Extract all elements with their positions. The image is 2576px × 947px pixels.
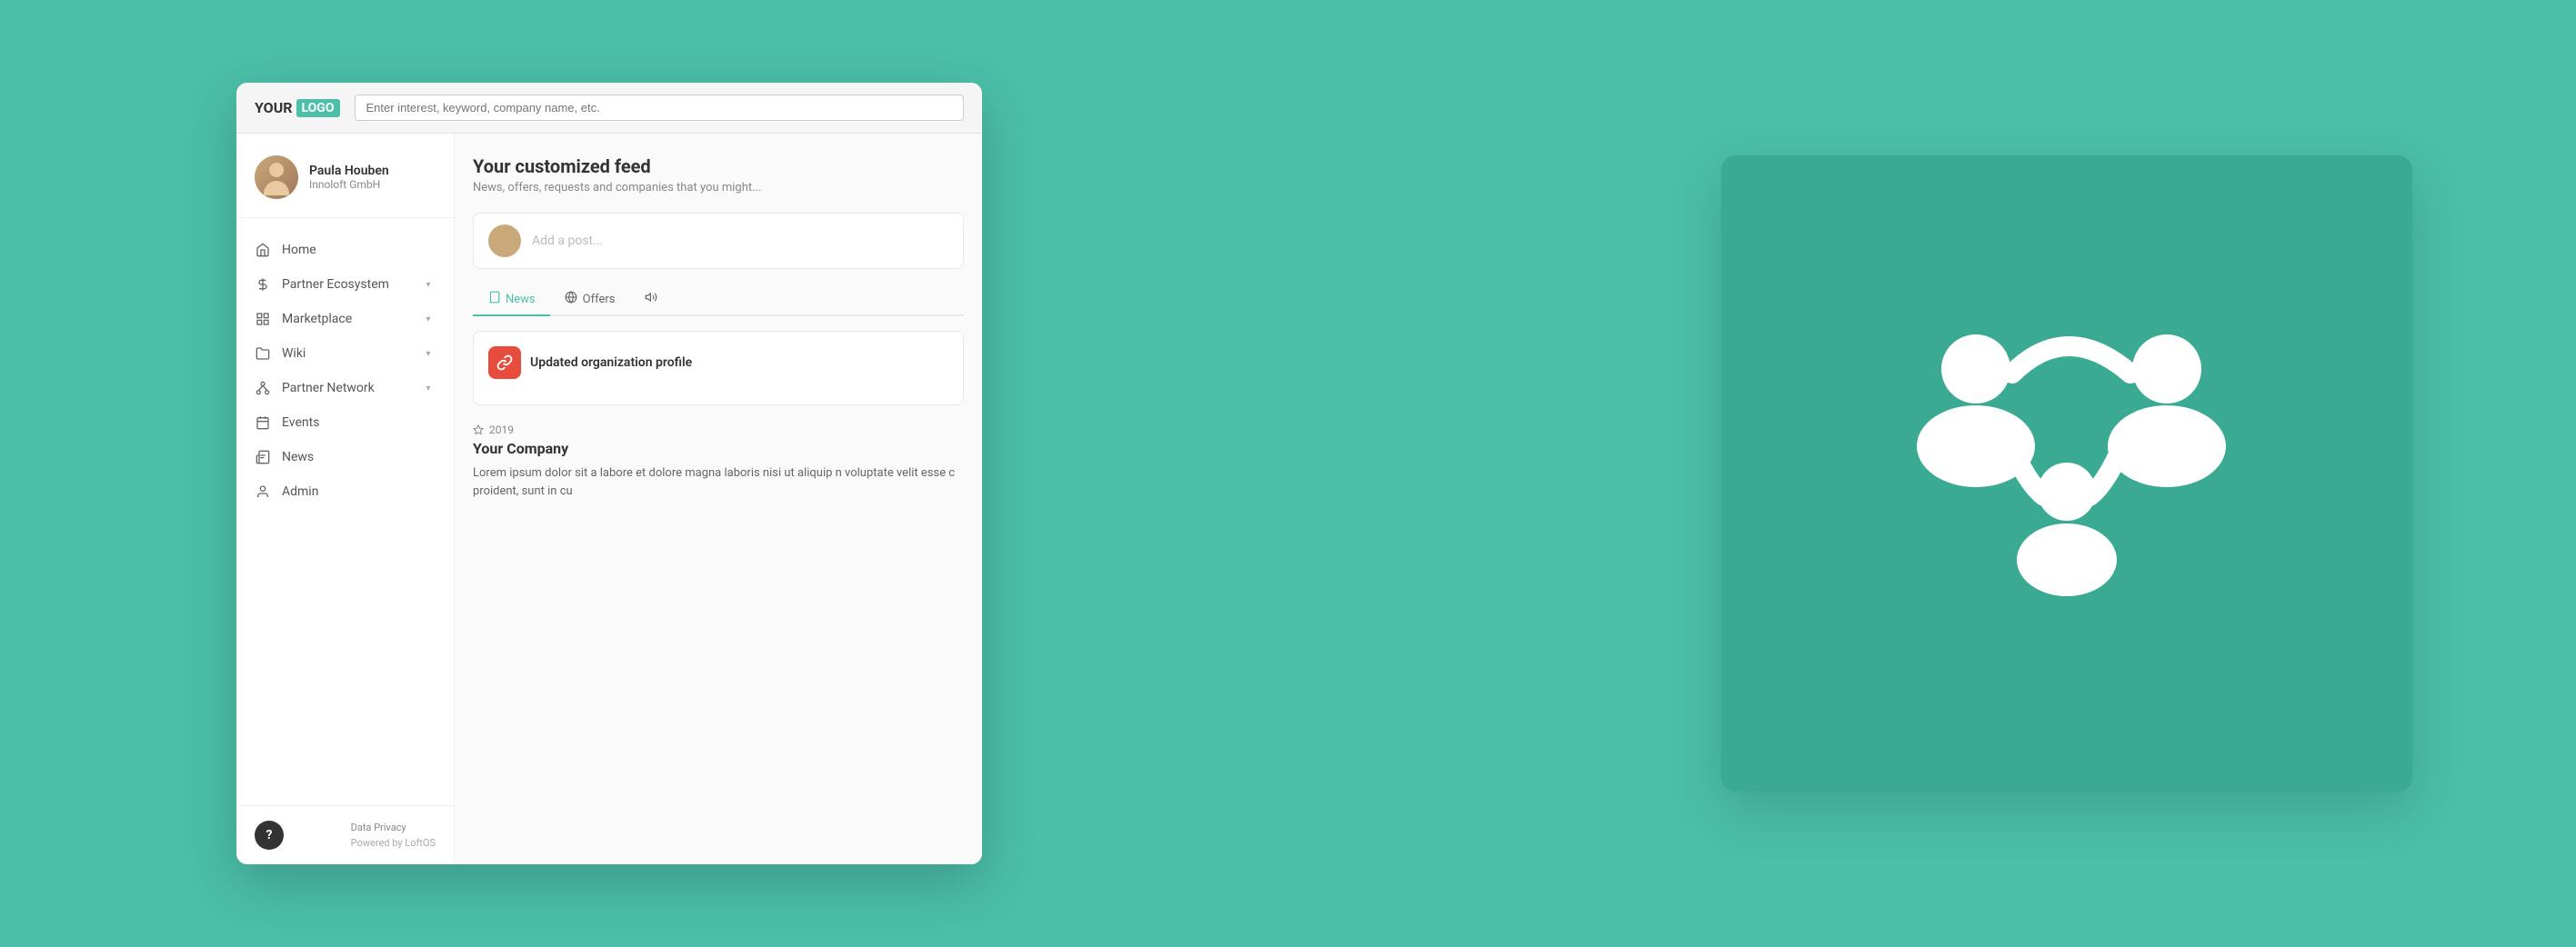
wiki-icon xyxy=(255,345,271,362)
admin-icon xyxy=(255,483,271,500)
sidebar-item-admin[interactable]: Admin xyxy=(236,474,454,509)
sidebar-footer: ? Data Privacy Powered by LoftOS xyxy=(236,805,454,864)
post-input-area: Add a post... xyxy=(473,213,964,269)
chevron-down-icon-4: ▾ xyxy=(421,381,436,395)
help-button[interactable]: ? xyxy=(255,821,284,850)
company-year: 2019 xyxy=(473,424,964,436)
sidebar-item-news[interactable]: News xyxy=(236,440,454,474)
search-input[interactable] xyxy=(355,95,965,121)
chevron-down-icon-3: ▾ xyxy=(421,346,436,361)
sidebar-item-events-label: Events xyxy=(282,415,436,430)
tab-more[interactable] xyxy=(630,284,672,316)
company-section: 2019 Your Company Lorem ipsum dolor sit … xyxy=(473,424,964,500)
more-tab-icon xyxy=(645,291,657,307)
tab-news[interactable]: News xyxy=(473,284,550,316)
company-year-value: 2019 xyxy=(489,424,514,436)
sidebar-item-news-label: News xyxy=(282,450,436,464)
sidebar-item-partner-network[interactable]: Partner Network ▾ xyxy=(236,371,454,405)
sidebar-item-events[interactable]: Events xyxy=(236,405,454,440)
tab-offers[interactable]: Offers xyxy=(550,284,630,316)
sidebar-item-wiki-label: Wiki xyxy=(282,346,421,361)
sidebar-item-marketplace[interactable]: Marketplace ▾ xyxy=(236,302,454,336)
powered-by: Powered by LoftOS xyxy=(351,837,436,849)
events-icon xyxy=(255,414,271,431)
footer-links: Data Privacy Powered by LoftOS xyxy=(351,822,436,849)
data-privacy-link[interactable]: Data Privacy xyxy=(351,822,436,833)
feed-area: Your customized feed News, offers, reque… xyxy=(455,134,982,864)
logo-box: LOGO xyxy=(296,99,340,117)
sidebar-item-partner-network-label: Partner Network xyxy=(282,381,421,395)
partner-network-icon xyxy=(255,380,271,396)
company-description: Lorem ipsum dolor sit a labore et dolore… xyxy=(473,464,964,500)
main-content: Paula Houben Innoloft GmbH Home xyxy=(236,134,982,864)
feed-subtitle: News, offers, requests and companies tha… xyxy=(473,181,964,194)
user-name: Paula Houben xyxy=(309,164,389,178)
sidebar-item-home[interactable]: Home xyxy=(236,233,454,267)
sidebar-item-home-label: Home xyxy=(282,243,436,257)
news-tab-icon xyxy=(487,291,500,307)
tab-offers-label: Offers xyxy=(583,293,616,306)
nav-menu: Home Partner Ecosystem ▾ xyxy=(236,218,454,805)
scene: YOUR LOGO Paula Houben Innoloft GmbH xyxy=(0,0,2576,947)
company-name: Your Company xyxy=(473,440,964,457)
app-window: YOUR LOGO Paula Houben Innoloft GmbH xyxy=(236,83,982,864)
feed-card-icon xyxy=(488,346,521,379)
sidebar-item-partner-ecosystem[interactable]: Partner Ecosystem ▾ xyxy=(236,267,454,302)
sidebar: Paula Houben Innoloft GmbH Home xyxy=(236,134,455,864)
right-card xyxy=(1721,155,2412,792)
user-company: Innoloft GmbH xyxy=(309,178,389,191)
chevron-down-icon: ▾ xyxy=(421,277,436,292)
partner-ecosystem-icon xyxy=(255,276,271,293)
user-info: Paula Houben Innoloft GmbH xyxy=(309,164,389,191)
feed-card-title: Updated organization profile xyxy=(530,355,692,370)
logo-area: YOUR LOGO xyxy=(255,99,340,117)
sidebar-item-marketplace-label: Marketplace xyxy=(282,312,421,326)
network-illustration xyxy=(1876,301,2258,646)
feed-title: Your customized feed xyxy=(473,155,964,177)
feed-card-header: Updated organization profile xyxy=(488,346,948,379)
post-avatar xyxy=(488,224,521,257)
sidebar-item-wiki[interactable]: Wiki ▾ xyxy=(236,336,454,371)
chevron-down-icon-2: ▾ xyxy=(421,312,436,326)
top-bar: YOUR LOGO xyxy=(236,83,982,134)
feed-tabs: News Offers xyxy=(473,284,964,316)
post-input[interactable]: Add a post... xyxy=(532,234,948,248)
logo-your: YOUR xyxy=(255,99,293,116)
feed-card: Updated organization profile xyxy=(473,331,964,405)
offers-tab-icon xyxy=(565,291,577,307)
user-section: Paula Houben Innoloft GmbH xyxy=(236,134,454,218)
sidebar-item-partner-ecosystem-label: Partner Ecosystem xyxy=(282,277,421,292)
marketplace-icon xyxy=(255,311,271,327)
news-icon xyxy=(255,449,271,465)
avatar xyxy=(255,155,298,199)
home-icon xyxy=(255,242,271,258)
tab-news-label: News xyxy=(506,293,536,306)
avatar-image xyxy=(255,155,298,199)
sidebar-item-admin-label: Admin xyxy=(282,484,436,499)
